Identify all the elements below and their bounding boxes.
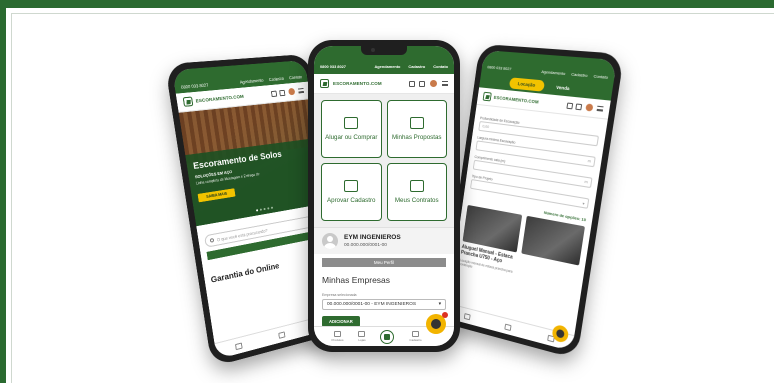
logo-icon[interactable] — [483, 92, 492, 102]
phone-notch — [361, 46, 407, 55]
avatar[interactable] — [429, 79, 438, 88]
logo-text[interactable]: ESCORAMENTO.COM — [493, 95, 538, 105]
select-label: Empresa selecionada — [322, 293, 446, 297]
topbar-link-contato[interactable]: Contato — [433, 64, 448, 69]
search-icon — [210, 238, 215, 243]
store-icon — [358, 331, 365, 337]
document-icon — [410, 117, 424, 129]
product-image — [521, 216, 585, 266]
chat-icon[interactable] — [271, 90, 277, 97]
toggle-venda[interactable]: Venda — [547, 80, 580, 94]
chat-icon[interactable] — [566, 102, 573, 109]
topbar-link-cadastro[interactable]: Cadastro — [408, 64, 425, 69]
card-meus-contratos[interactable]: Meus Contratos — [387, 163, 448, 221]
company-name: EYM INGENIEROS — [344, 234, 401, 241]
card-label: Meus Contratos — [395, 197, 439, 204]
topbar-link-agendamento[interactable]: Agendamento — [374, 64, 400, 69]
company-cnpj: 00.000.000/0001-00 — [344, 243, 401, 248]
saiba-mais-button[interactable]: SAIBA MAIS — [198, 189, 236, 203]
nav-stores[interactable]: Lojas — [358, 331, 365, 342]
avatar[interactable] — [584, 102, 595, 112]
home-fab[interactable] — [380, 330, 394, 344]
phone-center-screen: 0800 033 8027 Agendamento Cadastro Conta… — [314, 46, 454, 346]
card-alugar-comprar[interactable]: Alugar ou Comprar — [321, 100, 382, 158]
topbar-link-agendamento[interactable]: Agendamento — [239, 78, 263, 85]
logo-icon[interactable] — [183, 96, 194, 106]
phone-center: 0800 033 8027 Agendamento Cadastro Conta… — [308, 40, 460, 352]
cart-icon[interactable] — [575, 103, 582, 110]
notification-badge — [442, 312, 448, 318]
toggle-locacao[interactable]: Locação — [509, 77, 545, 91]
avatar[interactable] — [287, 87, 296, 97]
card-label: Aprovar Cadastro — [327, 197, 376, 204]
card-minhas-propostas[interactable]: Minhas Propostas — [387, 100, 448, 158]
card-label: Alugar ou Comprar — [325, 134, 377, 141]
company-select-value: 00.000.000/0001-00 - EYM INGENIEROS — [327, 302, 416, 307]
company-select[interactable]: 00.000.000/0001-00 - EYM INGENIEROS ▾ — [322, 299, 446, 310]
nav-register-icon[interactable] — [504, 323, 511, 330]
nav-products[interactable]: Produtos — [331, 331, 343, 342]
menu-icon[interactable] — [298, 88, 304, 93]
topbar-link-contato[interactable]: Contato — [593, 73, 608, 80]
nav-register[interactable]: Cadastro — [409, 331, 421, 342]
products-icon — [334, 331, 341, 337]
chevron-down-icon: ▾ — [582, 200, 585, 205]
card-label: Minhas Propostas — [392, 134, 442, 141]
meu-perfil-button[interactable]: Meu Perfil — [322, 258, 446, 267]
chevron-down-icon: ▾ — [439, 302, 441, 307]
laptop-icon — [344, 117, 358, 129]
menu-icon[interactable] — [597, 106, 604, 112]
register-icon — [412, 331, 419, 337]
topbar-link-cadastro[interactable]: Cadastro — [269, 76, 285, 82]
logo-text[interactable]: ESCORAMENTO.COM — [195, 94, 244, 104]
search-form: Profundidade de Escavação 0,00 Largura m… — [453, 105, 608, 300]
cart-icon[interactable] — [279, 89, 285, 95]
menu-icon[interactable] — [442, 81, 448, 86]
app-header: ESCORAMENTO.COM — [314, 74, 454, 94]
profile-summary: EYM INGENIEROS 00.000.000/0001-00 — [314, 227, 454, 254]
nav-stores-icon[interactable] — [278, 331, 285, 338]
hero-banner: Escoramento de Solos SOLUÇÕES EM AÇO Lin… — [179, 99, 325, 226]
phone-number[interactable]: 0800 033 8027 — [320, 64, 366, 69]
topbar-link-cadastro[interactable]: Cadastro — [571, 71, 588, 78]
logo-icon[interactable] — [320, 79, 329, 88]
chat-icon[interactable] — [409, 81, 415, 87]
logo-text[interactable]: ESCORAMENTO.COM — [333, 81, 382, 86]
nav-products-icon[interactable] — [234, 342, 242, 350]
product-card[interactable] — [517, 216, 585, 292]
product-card[interactable]: Aluguel Manual - Estaca Prancha U750 - A… — [459, 205, 522, 278]
topbar-link-agendamento[interactable]: Agendamento — [541, 69, 566, 76]
dashboard-grid: Alugar ou Comprar Minhas Propostas Aprov… — [314, 94, 454, 227]
search-placeholder: O que você está procurando? — [217, 227, 268, 242]
section-title: Minhas Empresas — [322, 275, 446, 285]
cart-icon[interactable] — [419, 81, 425, 87]
contract-icon — [410, 180, 424, 192]
thumbs-up-icon — [344, 180, 358, 192]
topbar-link-contato[interactable]: Contato — [289, 74, 302, 80]
card-aprovar-cadastro[interactable]: Aprovar Cadastro — [321, 163, 382, 221]
nav-home-icon[interactable] — [463, 312, 470, 319]
user-avatar-icon — [322, 233, 338, 249]
